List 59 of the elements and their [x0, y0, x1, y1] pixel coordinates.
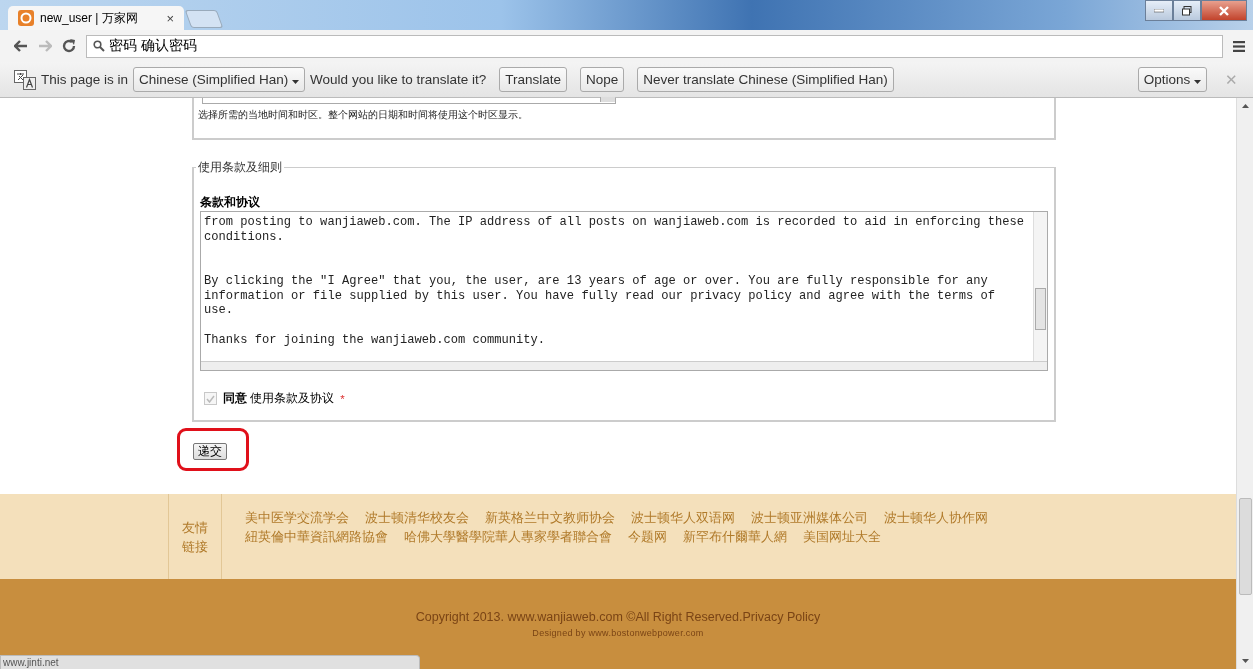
minimize-icon — [1154, 8, 1164, 13]
friend-link[interactable]: 波士顿亚洲媒体公司 — [751, 510, 868, 527]
status-bubble: www.jinti.net — [0, 655, 420, 669]
scrollbar-thumb[interactable] — [1239, 498, 1252, 595]
close-bar-button[interactable]: ✕ — [1220, 67, 1243, 92]
timezone-dropdown[interactable] — [202, 98, 616, 104]
agree-label: 同意 使用条款及协议 — [223, 391, 335, 406]
close-button[interactable] — [1201, 0, 1247, 21]
friend-link[interactable]: 美国网址大全 — [803, 529, 881, 546]
friend-link[interactable]: 今题网 — [628, 529, 667, 546]
privacy-policy-link[interactable]: Privacy Policy — [742, 610, 821, 624]
resize-grip[interactable] — [201, 361, 1047, 370]
nope-button[interactable]: Nope — [580, 67, 625, 92]
never-translate-button[interactable]: Never translate Chinese (Simplified Han) — [637, 67, 894, 92]
translate-icon — [14, 69, 36, 90]
site-logo-icon — [18, 10, 34, 26]
restore-icon — [1182, 5, 1192, 16]
site-link[interactable]: www.wanjiaweb.com — [507, 610, 623, 624]
scroll-up-icon[interactable] — [1241, 104, 1249, 108]
restore-button[interactable] — [1173, 0, 1201, 21]
scroll-down-icon[interactable] — [1241, 659, 1249, 663]
friend-link[interactable]: 哈佛大學醫學院華人專家學者聯合會 — [404, 529, 612, 546]
submit-button[interactable]: 递交 — [193, 443, 227, 460]
address-bar[interactable]: 密码 确认密码 — [86, 34, 1223, 58]
help-text: 选择所需的当地时间和时区。整个网站的日期和时间将使用这个时区显示。 — [198, 108, 529, 122]
friend-link[interactable]: 紐英倫中華資訊網路協會 — [245, 529, 388, 546]
menu-icon[interactable] — [1233, 40, 1245, 52]
search-icon — [93, 40, 105, 52]
designer-credit: Designed by www.bostonwebpower.com — [532, 628, 704, 638]
translate-question: Would you like to translate it? — [310, 72, 487, 87]
new-tab-button[interactable] — [184, 10, 224, 28]
caret-icon — [292, 80, 300, 84]
tab-close-button[interactable]: × — [166, 10, 174, 26]
tab-title: new_user | 万家网 — [40, 9, 139, 27]
section-legend: 使用条款及细则 — [196, 160, 284, 175]
friend-link[interactable]: 波士顿华人双语网 — [631, 510, 735, 527]
address-text: 密码 确认密码 — [109, 37, 197, 55]
friend-link[interactable]: 新英格兰中文教师协会 — [485, 510, 615, 527]
back-arrow-icon[interactable] — [14, 40, 28, 52]
caret-icon — [1194, 80, 1201, 84]
page-scrollbar[interactable] — [1236, 98, 1253, 669]
terms-text: from posting to wanjiaweb.com. The IP address of all posts on wanjiaweb.com is recorded to aid in enforcing these conditions. By clicking the "I Agree" that you, the user, are 13 years of age or over. You are fully responsible for any information or file supplied by this user. You have fully read our privacy policy and agree with the terms of use. Thanks for joining the wanjiaweb.com community. — [203, 214, 1026, 349]
options-button[interactable]: Options — [1137, 67, 1207, 92]
scrollbar[interactable] — [1033, 212, 1047, 361]
required-mark: * — [340, 392, 345, 405]
terms-heading: 条款和协议 — [200, 195, 261, 210]
friend-link[interactable]: 美中医学交流学会 — [245, 510, 349, 527]
copyright-text: Copyright 2013. www.wanjiaweb.com ©All Right Reserved.Privacy Policy — [415, 610, 821, 624]
language-dropdown[interactable]: Chinese (Simplified Han) — [133, 67, 306, 92]
browser-tab[interactable]: new_user | 万家网 × — [8, 6, 184, 30]
translate-button[interactable]: Translate — [499, 67, 567, 92]
reload-icon[interactable] — [62, 39, 76, 53]
translate-prompt: This page is in — [41, 72, 129, 87]
friend-link[interactable]: 波士顿清华校友会 — [365, 510, 469, 527]
friend-link[interactable]: 新罕布什爾華人網 — [683, 529, 787, 546]
friend-link[interactable]: 波士顿华人协作网 — [884, 510, 988, 527]
close-icon — [1219, 5, 1229, 16]
terms-text-area[interactable] — [200, 211, 1048, 371]
links-label: 友情链接 — [181, 518, 209, 556]
